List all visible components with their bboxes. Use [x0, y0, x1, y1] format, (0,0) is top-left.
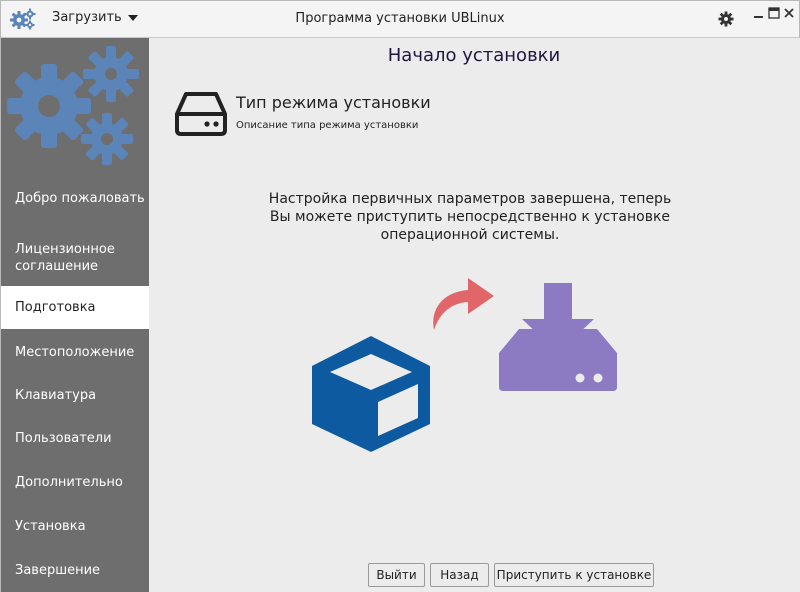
minimize-icon[interactable]: [753, 7, 765, 19]
message-line: операционной системы.: [380, 227, 560, 243]
mode-title: Тип режима установки: [236, 93, 431, 112]
gear-icon[interactable]: [718, 11, 734, 27]
sidebar-item-advanced[interactable]: Дополнительно: [1, 470, 149, 494]
back-button[interactable]: Назад: [430, 563, 489, 587]
curved-arrow-icon: [433, 278, 494, 330]
close-icon[interactable]: [783, 7, 795, 19]
sidebar-item-users[interactable]: Пользователи: [1, 426, 149, 450]
sidebar-item-keyboard[interactable]: Клавиатура: [1, 383, 149, 407]
sidebar-item-finish[interactable]: Завершение: [1, 558, 149, 582]
sidebar-item-welcome[interactable]: Добро пожаловать: [1, 174, 149, 222]
status-message: Настройка первичных параметров завершена…: [260, 190, 680, 244]
maximize-icon[interactable]: [768, 7, 780, 19]
mode-description: Описание типа режима установки: [236, 120, 419, 131]
title-bar: Загрузить Программа установки UBLinux: [0, 0, 800, 38]
sidebar-item-location[interactable]: Местоположение: [1, 340, 149, 364]
download-drive-icon: [499, 283, 617, 391]
start-install-button[interactable]: Приступить к установке: [494, 563, 654, 587]
sidebar-item-preparation[interactable]: Подготовка: [1, 286, 149, 329]
message-line: Настройка первичных параметров завершена…: [268, 191, 672, 207]
page-title: Начало установки: [387, 45, 561, 66]
cube-icon: [312, 336, 430, 452]
sidebar: Добро пожаловать Лицензионное соглашение…: [0, 38, 149, 592]
gears-logo-icon: [7, 46, 139, 165]
sidebar-item-license[interactable]: Лицензионное соглашение: [1, 234, 149, 282]
window-title: Программа установки UBLinux: [295, 11, 505, 26]
sidebar-item-installation[interactable]: Установка: [1, 514, 149, 538]
drive-icon: [175, 92, 227, 136]
message-line: Вы можете приступить непосредственно к у…: [269, 209, 671, 225]
exit-button[interactable]: Выйти: [368, 563, 425, 587]
